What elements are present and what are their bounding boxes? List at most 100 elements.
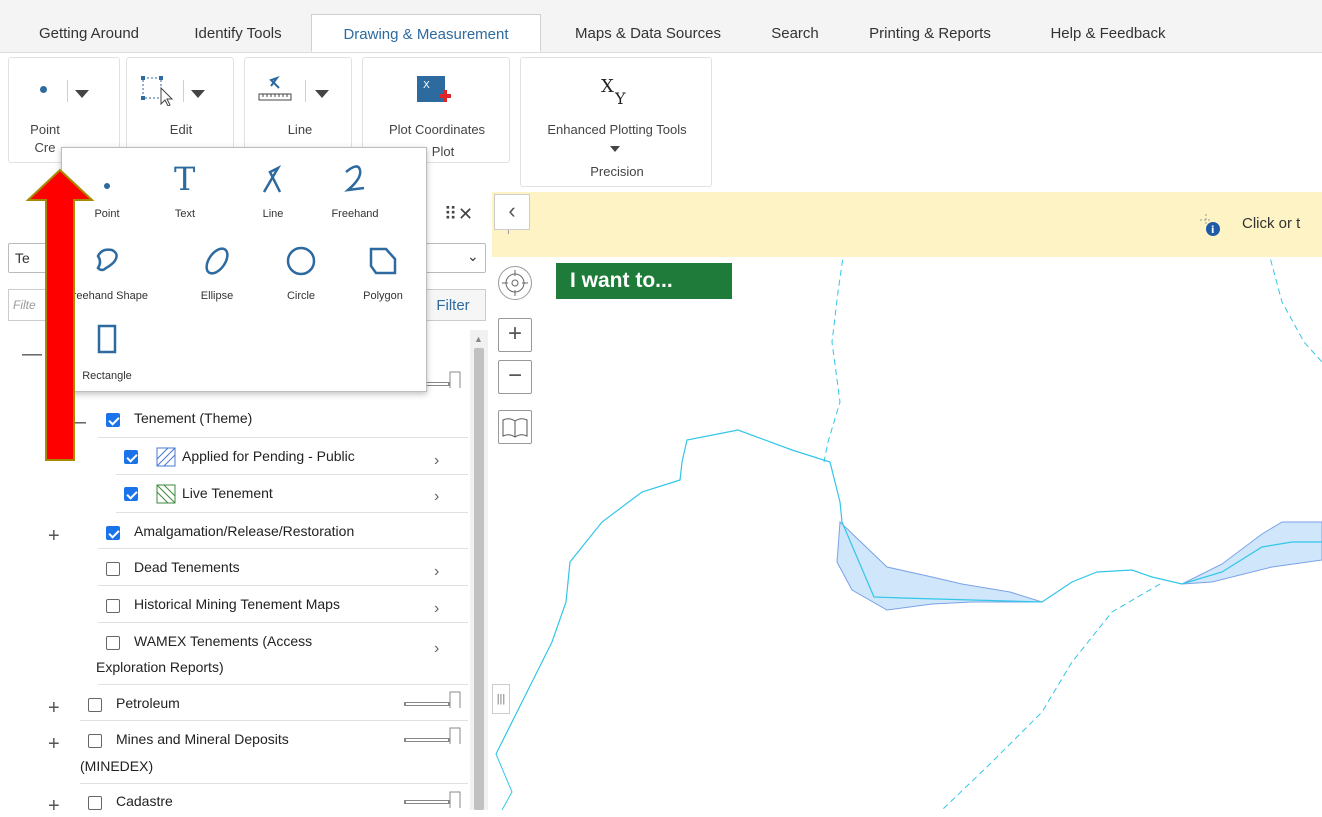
svg-text:X: X (423, 80, 430, 91)
chevron-right-icon[interactable]: › (434, 452, 439, 470)
hatched-green-legend-icon (156, 484, 176, 504)
svg-text:X: X (601, 76, 614, 97)
expand-icon[interactable]: + (48, 526, 60, 546)
panel-resize-handle[interactable]: ||| (492, 684, 510, 714)
hatched-blue-legend-icon (156, 447, 176, 467)
locate-button[interactable] (498, 266, 532, 300)
layer-label: Dead Tenements (134, 559, 240, 575)
tool-label: Ellipse (200, 290, 234, 302)
tab-maps-data-sources[interactable]: Maps & Data Sources (553, 14, 743, 52)
chevron-down-icon: ⌄ (467, 248, 479, 264)
enhanced-plotting-group[interactable]: X Y Enhanced Plotting Tools Precision (520, 57, 712, 187)
draw-line-tool[interactable]: Line (228, 162, 318, 222)
tool-label: Text (174, 208, 196, 220)
svg-text:Y: Y (614, 89, 626, 108)
layer-checkbox[interactable] (88, 698, 102, 712)
close-icon[interactable]: ✕ (458, 204, 473, 225)
crosshair-icon (502, 270, 528, 296)
layer-label: Mines and Mineral Deposits (116, 731, 289, 747)
bookmarks-button[interactable] (498, 410, 532, 444)
rectangle-icon (97, 324, 117, 354)
zoom-in-button[interactable]: + (498, 318, 532, 352)
tab-drawing-measurement[interactable]: Drawing & Measurement (311, 14, 541, 52)
tab-getting-around[interactable]: Getting Around (18, 14, 160, 52)
draw-tools-popup: Point T Text Line Freehand Freehand Shap… (61, 147, 427, 392)
svg-text:T: T (174, 162, 196, 196)
tab-search[interactable]: Search (756, 14, 834, 52)
filter-button[interactable]: Filter (420, 289, 486, 321)
chevron-right-icon[interactable]: › (434, 640, 439, 658)
layer-label: Historical Mining Tenement Maps (134, 596, 340, 612)
tab-printing-reports[interactable]: Printing & Reports (846, 14, 1014, 52)
draw-ellipse-tool[interactable]: Ellipse (172, 246, 262, 306)
ribbon-tab-bar: Getting Around Identify Tools Drawing & … (0, 0, 1322, 53)
chevron-down-icon[interactable] (315, 90, 329, 98)
layer-checkbox[interactable] (124, 487, 138, 501)
edit-button-label: Edit (169, 122, 193, 137)
scrollbar-thumb[interactable] (474, 348, 484, 810)
red-arrow-annotation (25, 168, 95, 461)
layer-label: Tenement (Theme) (134, 410, 253, 426)
point-icon (104, 183, 110, 189)
opacity-slider[interactable] (404, 726, 462, 744)
expand-icon[interactable]: + (48, 698, 60, 718)
chevron-right-icon[interactable]: › (434, 563, 439, 581)
layer-label: Applied for Pending - Public (182, 448, 355, 464)
draw-polygon-tool[interactable]: Polygon (338, 246, 428, 306)
collapse-panel-button[interactable]: ‹ (494, 194, 530, 230)
panel-menu-icon[interactable]: ⠿ (444, 204, 457, 225)
map-instruction-banner: i Click or t (492, 192, 1322, 257)
chevron-right-icon[interactable]: › (434, 488, 439, 506)
enhanced-plotting-label: Enhanced Plotting Tools (547, 122, 687, 137)
draw-text-tool[interactable]: T Text (140, 162, 230, 222)
svg-text:i: i (1211, 225, 1214, 236)
point-button-label: Point (30, 122, 60, 137)
layer-label: WAMEX Tenements (Access (134, 633, 313, 649)
plot-coordinates-label: Plot Coordinates (388, 122, 486, 137)
draw-circle-tool[interactable]: Circle (256, 246, 346, 306)
layer-label: Live Tenement (182, 485, 273, 501)
layer-label: (MINEDEX) (80, 758, 154, 774)
expand-icon[interactable]: + (48, 796, 60, 816)
layer-label: Petroleum (116, 695, 180, 711)
i-want-to-button[interactable]: I want to... (556, 263, 732, 299)
expand-icon[interactable]: + (48, 734, 60, 754)
zoom-out-button[interactable]: − (498, 360, 532, 394)
tab-identify-tools[interactable]: Identify Tools (174, 14, 302, 52)
layer-checkbox[interactable] (106, 526, 120, 540)
book-icon (502, 418, 528, 438)
chevron-down-icon[interactable] (191, 90, 205, 98)
tool-label: Line (262, 208, 284, 220)
layer-checkbox[interactable] (124, 450, 138, 464)
layer-checkbox[interactable] (106, 599, 120, 613)
layer-label: Amalgamation/Release/Restoration (134, 523, 355, 539)
tab-help-feedback[interactable]: Help & Feedback (1028, 14, 1188, 52)
line-button-label: Line (287, 122, 313, 137)
freehand-icon (344, 165, 365, 192)
tool-label: Freehand (331, 208, 379, 220)
opacity-slider[interactable] (404, 690, 462, 708)
layer-checkbox[interactable] (106, 562, 120, 576)
layer-label: Exploration Reports) (96, 659, 224, 675)
chevron-right-icon[interactable]: › (434, 600, 439, 618)
chevron-down-icon[interactable] (75, 90, 89, 98)
line-measure-icon (258, 76, 292, 101)
chevron-down-icon[interactable] (610, 146, 620, 152)
opacity-slider[interactable] (404, 790, 462, 808)
ellipse-icon (205, 247, 229, 275)
layer-checkbox[interactable] (106, 413, 120, 427)
layer-checkbox[interactable] (106, 636, 120, 650)
layer-checkbox[interactable] (88, 734, 102, 748)
layer-label: Cadastre (116, 793, 173, 809)
tool-label: Polygon (363, 290, 403, 302)
xy-coordinates-icon: X Y (601, 76, 626, 108)
tool-label: Circle (286, 290, 316, 302)
text-icon: T (174, 162, 196, 196)
banner-text: Click or t (1242, 215, 1301, 232)
layer-checkbox[interactable] (88, 796, 102, 810)
draw-freehand-tool[interactable]: Freehand (310, 162, 400, 222)
edit-select-icon (141, 76, 174, 106)
freehand-shape-icon (96, 248, 118, 272)
scroll-up-icon[interactable]: ▲ (474, 334, 483, 344)
polygon-icon (369, 247, 397, 275)
